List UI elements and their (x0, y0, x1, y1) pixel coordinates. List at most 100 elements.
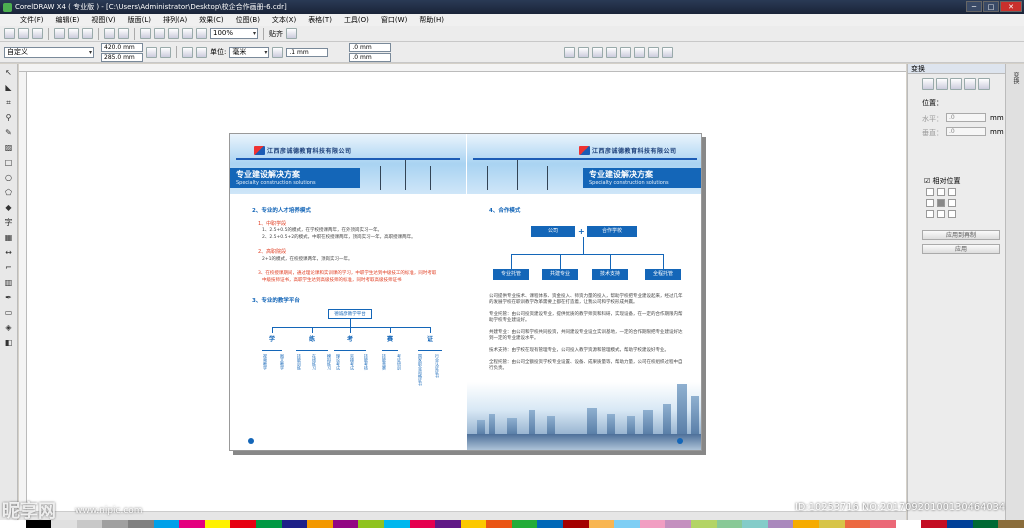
palette-swatch[interactable] (281, 520, 308, 528)
export-icon[interactable] (154, 28, 165, 39)
palette-swatch[interactable] (767, 520, 794, 528)
treat-as-filled-icon[interactable] (634, 46, 646, 58)
palette-swatch[interactable] (486, 520, 512, 528)
horizontal-ruler[interactable] (19, 64, 906, 72)
menu-tools[interactable]: 工具(O) (338, 15, 375, 25)
palette-swatch[interactable] (76, 520, 103, 528)
page-height-field[interactable]: 285.0 mm (101, 52, 143, 62)
ellipse-tool-icon[interactable]: ○ (3, 173, 14, 183)
palette-swatch[interactable] (742, 520, 768, 528)
skew-mode-icon[interactable] (978, 78, 990, 90)
vertical-field[interactable]: .0 (946, 127, 986, 136)
rectangle-tool-icon[interactable]: □ (3, 158, 14, 168)
pick-tool-icon[interactable]: ↖ (3, 68, 14, 78)
minimize-button[interactable]: ─ (966, 1, 982, 12)
horizontal-scrollbar[interactable] (19, 511, 906, 520)
apply-button[interactable]: 应用 (922, 244, 1000, 254)
palette-swatch[interactable] (153, 520, 180, 528)
portrait-icon[interactable] (146, 46, 157, 58)
menu-help[interactable]: 帮助(H) (413, 15, 450, 25)
blend-tool-icon[interactable]: ▥ (3, 278, 14, 288)
basic-shapes-icon[interactable]: ◆ (3, 203, 14, 213)
nudge-field[interactable]: .1 mm (286, 47, 329, 57)
save-icon[interactable] (32, 28, 43, 39)
outline-tool-icon[interactable]: ▭ (3, 308, 14, 318)
palette-swatch[interactable] (435, 520, 461, 528)
current-page-icon[interactable] (196, 46, 207, 58)
cut-icon[interactable] (54, 28, 65, 39)
palette-swatch[interactable] (255, 520, 282, 528)
palette-swatch[interactable] (844, 520, 871, 528)
snap-label[interactable]: 贴齐 (269, 29, 283, 39)
menu-arrange[interactable]: 排列(A) (157, 15, 193, 25)
open-icon[interactable] (18, 28, 29, 39)
close-button[interactable]: ✕ (1000, 1, 1022, 12)
palette-swatch[interactable] (358, 520, 384, 528)
rotate-mode-icon[interactable] (936, 78, 948, 90)
copy-icon[interactable] (68, 28, 79, 39)
palette-swatch[interactable] (639, 520, 666, 528)
layout-icon[interactable] (662, 46, 674, 58)
menu-table[interactable]: 表格(T) (302, 15, 338, 25)
palette-swatch[interactable] (614, 520, 640, 528)
document-page[interactable]: 江西彦诚德教育科技有限公司 专业建设解决方案 Specialty constru… (229, 133, 702, 451)
menu-file[interactable]: 文件(F) (14, 15, 50, 25)
horizontal-field[interactable]: .0 (946, 113, 986, 122)
palette-swatch[interactable] (230, 520, 256, 528)
scale-mode-icon[interactable] (950, 78, 962, 90)
relative-position-checkbox[interactable]: ☑ 相对位置 (924, 176, 961, 186)
user-icon[interactable] (578, 46, 590, 58)
undo-icon[interactable] (104, 28, 115, 39)
palette-swatch[interactable] (946, 520, 973, 528)
duplicate-y-field[interactable]: .0 mm (349, 52, 392, 62)
redo-icon[interactable] (118, 28, 129, 39)
duplicate-x-field[interactable]: .0 mm (349, 42, 392, 52)
landscape-icon[interactable] (160, 46, 171, 58)
anchor-cell[interactable] (926, 199, 934, 207)
grid-icon[interactable] (592, 46, 604, 58)
palette-swatch[interactable] (102, 520, 128, 528)
anchor-cell[interactable] (937, 188, 945, 196)
palette-swatch[interactable] (895, 520, 922, 528)
menu-edit[interactable]: 编辑(E) (50, 15, 86, 25)
scale-icon[interactable] (564, 46, 576, 58)
snap-to-objects-icon[interactable] (620, 46, 632, 58)
color-palette[interactable] (0, 520, 1024, 528)
options-icon[interactable] (286, 28, 297, 39)
text-tool-icon[interactable]: 字 (3, 218, 14, 228)
palette-swatch[interactable] (691, 520, 717, 528)
palette-swatch[interactable] (793, 520, 819, 528)
palette-swatch[interactable] (870, 520, 896, 528)
palette-swatch[interactable] (588, 520, 615, 528)
palette-swatch[interactable] (998, 520, 1024, 528)
anchor-cell-selected[interactable] (937, 199, 945, 207)
palette-swatch[interactable] (716, 520, 743, 528)
anchor-grid[interactable] (926, 188, 956, 218)
dynamic-guides-icon[interactable] (606, 46, 618, 58)
paste-icon[interactable] (82, 28, 93, 39)
menu-view[interactable]: 视图(V) (85, 15, 121, 25)
palette-swatch[interactable] (563, 520, 589, 528)
units-combo[interactable]: 毫米 (229, 46, 270, 58)
all-pages-icon[interactable] (182, 46, 193, 58)
anchor-cell[interactable] (926, 188, 934, 196)
palette-swatch[interactable] (307, 520, 333, 528)
anchor-cell[interactable] (948, 199, 956, 207)
palette-swatch[interactable] (383, 520, 410, 528)
palette-swatch[interactable] (972, 520, 999, 528)
palette-swatch[interactable] (179, 520, 205, 528)
new-icon[interactable] (4, 28, 15, 39)
maximize-button[interactable]: □ (983, 1, 999, 12)
palette-swatch[interactable] (332, 520, 359, 528)
import-icon[interactable] (140, 28, 151, 39)
zoom-tool-icon[interactable]: ⚲ (3, 113, 14, 123)
palette-swatch[interactable] (921, 520, 947, 528)
palette-swatch[interactable] (665, 520, 692, 528)
eyedropper-icon[interactable]: ✒ (3, 293, 14, 303)
fill-tool-icon[interactable]: ◈ (3, 323, 14, 333)
vertical-ruler[interactable] (19, 72, 27, 520)
apply-to-duplicate-button[interactable]: 应用到再制 (922, 230, 1000, 240)
polygon-tool-icon[interactable]: ⬠ (3, 188, 14, 198)
menu-bitmaps[interactable]: 位图(B) (230, 15, 266, 25)
menu-window[interactable]: 窗口(W) (375, 15, 413, 25)
